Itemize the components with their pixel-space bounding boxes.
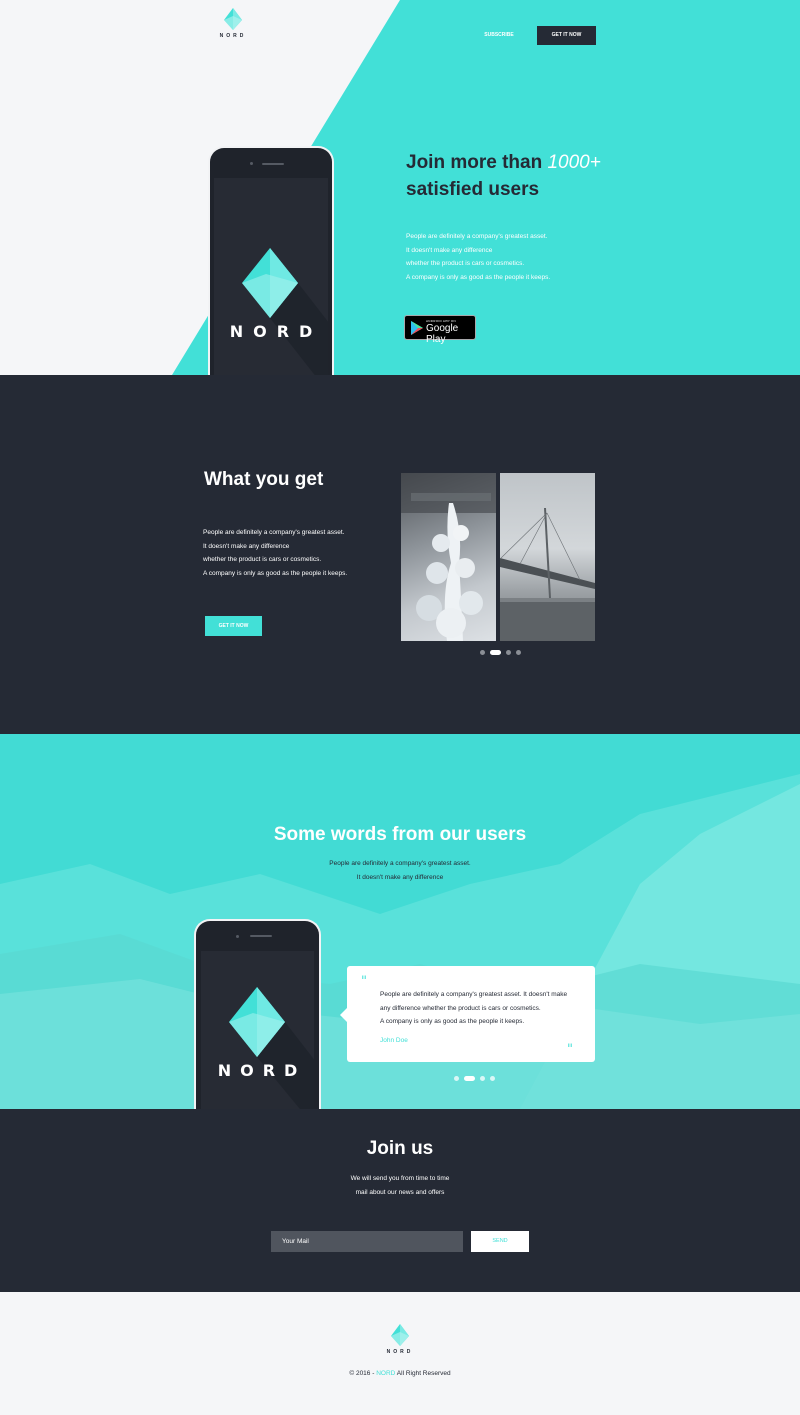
hero-description-line: A company is only as good as the people … [406,274,551,282]
logo-text: NORD [219,33,247,39]
copyright-brand-link[interactable]: NORD [376,1370,395,1377]
testimonials-subtitle-line: People are definitely a company's greate… [329,860,471,867]
testimonial-quote: People are definitely a company's greate… [380,988,580,1029]
header-logo[interactable]: NORD [218,8,248,39]
newsletter-subtitle: We will send you from time to time mail … [0,1172,800,1199]
features-get-it-now-button[interactable]: GET IT NOW [205,616,262,636]
logo-text: NORD [386,1349,414,1355]
copyright-prefix: © 2016 - [349,1370,375,1377]
foggy-bridge-photo [500,473,595,641]
newsletter-section: Join us We will send you from time to ti… [0,1109,800,1292]
hero-section: NORD SUBSCRIBE GET IT NOW NORD Join more… [0,0,800,375]
phone-screen: NORD [214,178,328,375]
features-slider-dots [480,650,521,655]
footer-logo[interactable]: NORD [385,1324,415,1355]
app-logo-icon [242,248,328,375]
hero-title-prefix: Join more than [406,152,543,173]
newsletter-subtitle-line: mail about our news and offers [355,1188,445,1196]
footer: NORD © 2016 - NORD All Right Reserved [0,1292,800,1415]
store-badge-text: Google Play [426,323,459,345]
phone-camera [236,935,239,938]
slider-dot[interactable] [454,1076,459,1081]
testimonial-quote-line: any difference whether the product is ca… [380,1004,541,1012]
subscribe-link[interactable]: SUBSCRIBE [478,29,520,41]
google-play-icon [411,321,423,335]
phone-speaker [250,935,272,937]
newsletter-title: Join us [366,1138,434,1159]
testimonials-slider-dots [454,1076,495,1081]
hero-description: People are definitely a company's greate… [406,230,606,285]
testimonial-card: " People are definitely a company's grea… [340,966,595,1062]
slider-dot[interactable] [480,650,485,655]
quote-open-icon: " [361,974,367,989]
phone-screen: NORD [201,951,314,1109]
hero-title-suffix: satisfied users [406,179,540,200]
slider-dot[interactable] [480,1076,485,1081]
diamond-logo-icon [391,1324,409,1346]
testimonials-subtitle: People are definitely a company's greate… [0,857,800,884]
features-description-line: People are definitely a company's greate… [203,529,345,536]
testimonial-quote-line: A company is only as good as the people … [380,1018,525,1026]
hero-background [172,0,800,375]
newsletter-subtitle-line: We will send you from time to time [350,1175,450,1182]
phone-brand-text: NORD [229,322,323,341]
quote-close-icon: " [567,1042,573,1057]
copyright-text: © 2016 - NORD All Right Reserved [0,1370,800,1377]
hero-phone-mockup: NORD [208,146,334,375]
hero-title-highlight: 1000+ [547,152,601,173]
slider-dot-active[interactable] [490,650,501,655]
send-button[interactable]: SEND [471,1231,529,1252]
phone-brand-text: NORD [217,1061,307,1080]
slider-dot[interactable] [516,650,521,655]
google-play-badge[interactable]: ANDROID APP ON Google Play [404,315,476,345]
slider-dot-active[interactable] [464,1076,475,1081]
copyright-suffix: All Right Reserved [396,1370,451,1377]
hero-description-line: whether the product is cars or cosmetics… [406,260,525,268]
features-section: What you get People are definitely a com… [0,375,800,734]
diamond-logo-icon [224,8,242,30]
get-it-now-button[interactable]: GET IT NOW [537,26,596,45]
testimonials-title: Some words from our users [273,824,527,845]
frosted-plant-photo [401,473,496,641]
testimonials-subtitle-line: It doesn't make any difference [356,873,444,881]
features-title: What you get [204,469,324,490]
frosted-plant-illustration [401,473,496,641]
app-logo-icon [229,987,314,1109]
testimonials-section: Some words from our users People are def… [0,734,800,1109]
features-description: People are definitely a company's greate… [203,526,403,581]
testimonials-phone-mockup: NORD [194,919,321,1109]
testimonial-quote-line: People are definitely a company's greate… [380,991,568,998]
features-description-line: A company is only as good as the people … [203,570,348,578]
foggy-bridge-illustration [500,507,595,641]
slider-dot[interactable] [506,650,511,655]
features-description-line: It doesn't make any difference [203,542,290,550]
phone-camera [250,162,253,165]
features-description-line: whether the product is cars or cosmetics… [203,556,322,564]
testimonial-author: John Doe [380,1037,408,1044]
hero-description-line: People are definitely a company's greate… [406,233,548,240]
phone-speaker [262,163,284,165]
hero-description-line: It doesn't make any difference [406,246,493,254]
slider-dot[interactable] [490,1076,495,1081]
hero-title: Join more than 1000+ satisfied users [406,149,646,203]
email-input[interactable] [271,1231,463,1252]
